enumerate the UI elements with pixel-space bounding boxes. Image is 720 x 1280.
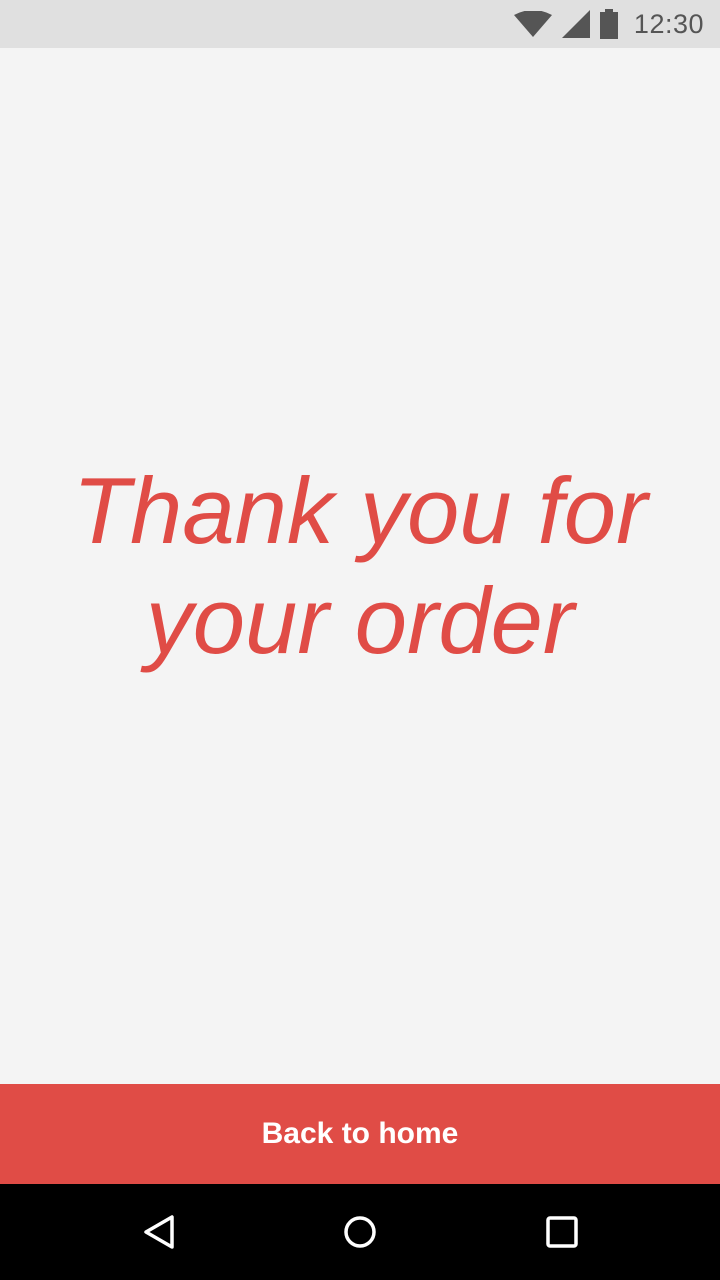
thank-you-message: Thank you for your order [72, 458, 648, 673]
back-nav-icon[interactable] [100, 1184, 220, 1280]
status-time: 12:30 [633, 8, 704, 39]
wifi-icon [513, 11, 552, 37]
back-to-home-button[interactable]: Back to home [0, 1084, 720, 1184]
screen: 12:30 Thank you for your order Back to h… [0, 0, 720, 1280]
home-nav-icon[interactable] [300, 1184, 420, 1280]
navigation-bar [0, 1184, 720, 1280]
recents-nav-icon[interactable] [502, 1184, 622, 1280]
cell-signal-icon [561, 10, 590, 38]
battery-icon [599, 9, 618, 39]
main-content: Thank you for your order [0, 48, 720, 1084]
status-icons: 12:30 [513, 8, 704, 40]
status-bar: 12:30 [0, 0, 720, 48]
